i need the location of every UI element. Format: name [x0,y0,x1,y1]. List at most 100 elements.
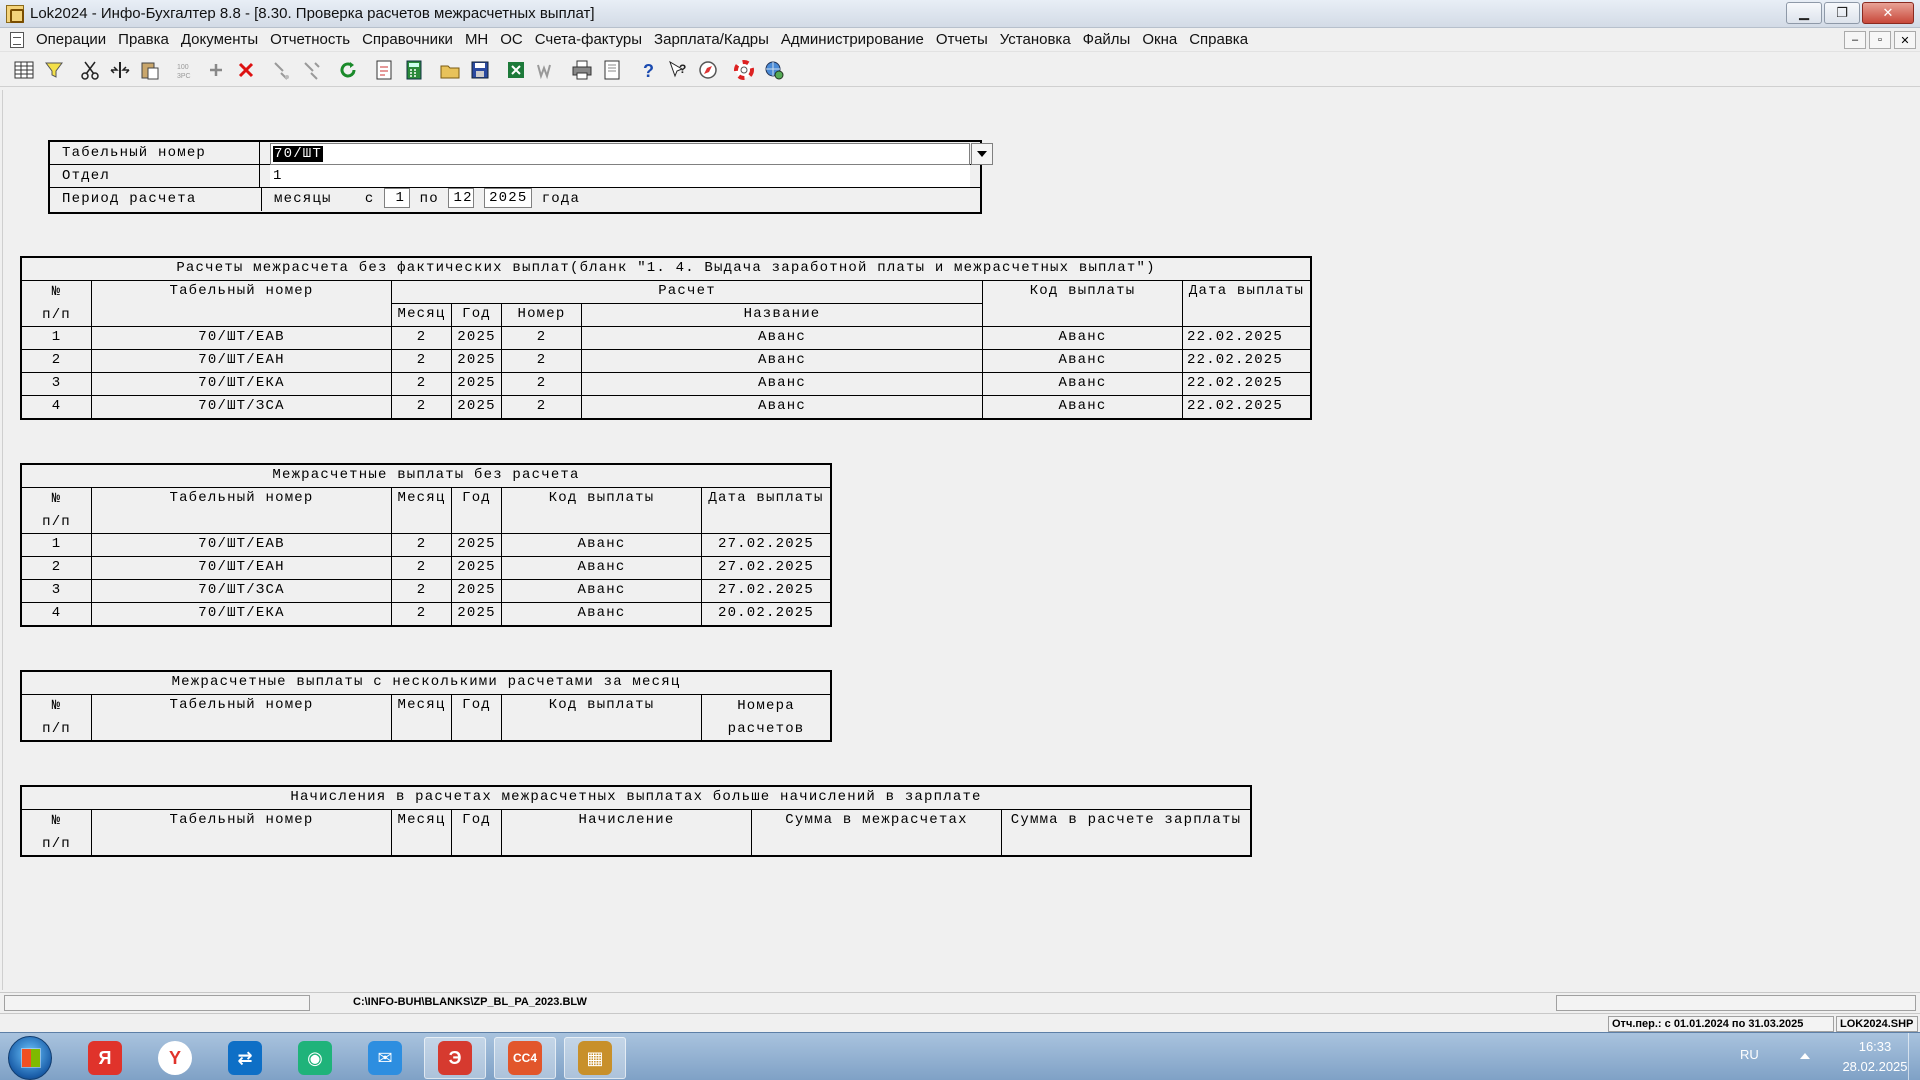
row-num: 2 [22,350,92,373]
minimize-button[interactable]: ▁ [1786,2,1822,24]
menu-files[interactable]: Файлы [1077,31,1137,48]
row-name: Аванс [582,350,983,373]
restore-button[interactable]: ❐ [1824,2,1860,24]
table-interim-payments-no-calc: Межрасчетные выплаты без расчета № п/п Та… [20,463,832,627]
status-bar: C:\INFO-BUH\BLANKS\ZP_BL_PA_2023.BLW [0,992,1920,1012]
menu-documents[interactable]: Документы [175,31,264,48]
open-folder-icon[interactable] [436,56,464,84]
taskbar-app[interactable]: ⇄ [214,1037,276,1079]
menu-references[interactable]: Справочники [356,31,459,48]
save-icon[interactable] [466,56,494,84]
taskbar-app[interactable]: ◉ [284,1037,346,1079]
tray-expand-icon[interactable] [1800,1053,1810,1059]
context-help-icon[interactable]: ? [664,56,692,84]
row-num: 2 [22,557,92,580]
mdi-minimize-button[interactable]: – [1844,31,1866,49]
taskbar-app[interactable]: ✉ [354,1037,416,1079]
menu-mn[interactable]: МН [459,31,494,48]
header-pay-date: Дата выплаты [1183,281,1310,327]
row-month: 2 [392,396,452,419]
menu-salary-hr[interactable]: Зарплата/Кадры [648,31,775,48]
calculator-icon[interactable] [400,56,428,84]
filter-icon[interactable] [40,56,68,84]
row-pay-code: Аванс [502,580,702,603]
tab-number-label: Табельный номер [50,142,260,164]
number-icon[interactable]: 100 3PC [172,56,200,84]
menu-administration[interactable]: Администрирование [775,31,930,48]
globe-icon[interactable] [760,56,788,84]
row-tab-number: 70/ШТ/ЕАН [92,350,392,373]
chevron-down-icon[interactable] [971,143,993,165]
taskbar-app[interactable]: Y [144,1037,206,1079]
preview-icon[interactable] [598,56,626,84]
header-month: Месяц [392,488,452,534]
tab-number-combo[interactable]: 70/ШТ [270,143,993,165]
delete-icon[interactable] [232,56,260,84]
menu-operations[interactable]: Операции [30,31,112,48]
paste-icon[interactable] [136,56,164,84]
title-bar: Lok2024 - Инфо-Бухгалтер 8.8 - [8.30. Пр… [0,0,1920,28]
row-tab-number: 70/ШТ/ЕАВ [92,534,392,557]
grid-icon[interactable] [10,56,38,84]
row-pay-code: Аванс [983,350,1183,373]
table-title: Межрасчетные выплаты без расчета [22,465,830,488]
row-num: 3 [22,373,92,396]
refresh-icon[interactable] [334,56,362,84]
show-desktop-button[interactable] [1908,1033,1920,1080]
lifebuoy-icon[interactable] [730,56,758,84]
yandex-browser-icon: Я [88,1041,122,1075]
row-month: 2 [392,327,452,350]
period-from-field[interactable]: 1 [384,188,411,208]
start-button[interactable] [8,1036,52,1080]
help-icon[interactable]: ? [634,56,662,84]
close-button[interactable]: ✕ [1862,2,1914,24]
add-icon[interactable] [202,56,230,84]
period-to-field[interactable]: 12 [448,188,475,208]
row-pay-date: 27.02.2025 [702,534,830,557]
tools2-icon[interactable] [298,56,326,84]
row-num: 4 [22,396,92,419]
mdi-restore-button[interactable]: ▫ [1869,31,1891,49]
department-field[interactable]: 1 [270,165,970,187]
report-icon[interactable] [370,56,398,84]
row-month: 2 [392,603,452,626]
language-indicator[interactable]: RU [1740,1047,1759,1062]
taskbar: Я Y ⇄ ◉ ✉ Э CC4 ▦ RU 16:33 28.02.2025 [0,1032,1920,1080]
header-tab-number: Табельный номер [92,281,392,327]
table-interim-no-payments: Расчеты межрасчета без фактических выпла… [20,256,1312,420]
period-year-field[interactable]: 2025 [484,188,533,208]
cut-icon[interactable] [76,56,104,84]
row-name: Аванс [582,373,983,396]
row-name: Аванс [582,327,983,350]
taskbar-app[interactable]: Я [74,1037,136,1079]
menu-windows[interactable]: Окна [1136,31,1183,48]
document-icon[interactable] [10,31,24,48]
split-icon[interactable] [106,56,134,84]
row-num: 1 [22,534,92,557]
menu-edit[interactable]: Правка [112,31,175,48]
row-year: 2025 [452,557,502,580]
mdi-close-button[interactable]: ✕ [1894,31,1916,49]
word-icon[interactable] [532,56,560,84]
tab-number-value[interactable]: 70/ШТ [273,146,324,162]
header-year: Год [452,810,502,855]
taskbar-app[interactable]: ▦ [564,1037,626,1079]
antivirus-icon: Э [438,1041,472,1075]
compass-icon[interactable] [694,56,722,84]
taskbar-app[interactable]: CC4 [494,1037,556,1079]
menu-help[interactable]: Справка [1183,31,1254,48]
clock[interactable]: 16:33 28.02.2025 [1840,1037,1910,1077]
menu-setup[interactable]: Установка [994,31,1077,48]
row-number: 2 [502,327,582,350]
row-pay-code: Аванс [983,327,1183,350]
menu-invoices[interactable]: Счета-фактуры [529,31,648,48]
header-num: № п/п [22,695,92,740]
excel-icon[interactable] [502,56,530,84]
menu-reports[interactable]: Отчеты [930,31,994,48]
row-num: 4 [22,603,92,626]
tools-icon[interactable] [268,56,296,84]
taskbar-app[interactable]: Э [424,1037,486,1079]
menu-os[interactable]: ОС [494,31,529,48]
menu-reporting[interactable]: Отчетность [264,31,356,48]
print-icon[interactable] [568,56,596,84]
